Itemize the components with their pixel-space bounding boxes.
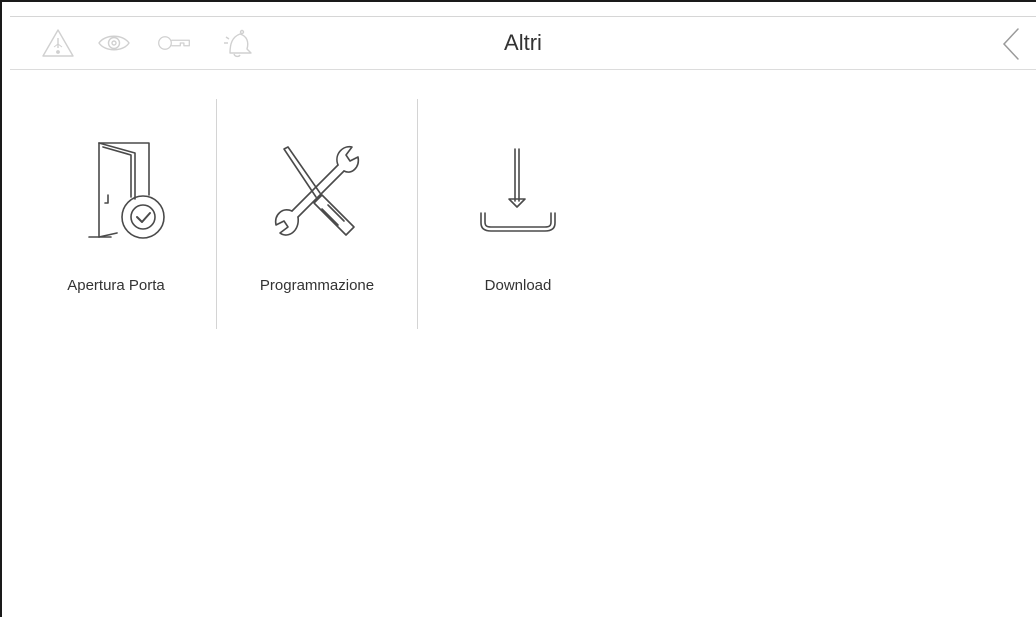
tile-label: Programmazione <box>259 277 375 294</box>
header-bar: Altri <box>10 16 1036 70</box>
chevron-left-icon <box>1002 28 1019 60</box>
tile-programmazione[interactable]: Programmazione <box>217 99 417 329</box>
screen: Altri Apertura Porta Programmazione Down… <box>0 0 1036 617</box>
door-open-icon <box>61 137 171 247</box>
tile-label: Download <box>484 277 552 294</box>
download-icon <box>463 137 573 247</box>
back-button[interactable] <box>998 25 1026 63</box>
tile-download[interactable]: Download <box>418 99 618 329</box>
page-title: Altri <box>504 30 542 55</box>
tools-icon <box>262 137 372 247</box>
tile-apertura-porta[interactable]: Apertura Porta <box>16 99 216 329</box>
tile-label: Apertura Porta <box>67 277 165 294</box>
